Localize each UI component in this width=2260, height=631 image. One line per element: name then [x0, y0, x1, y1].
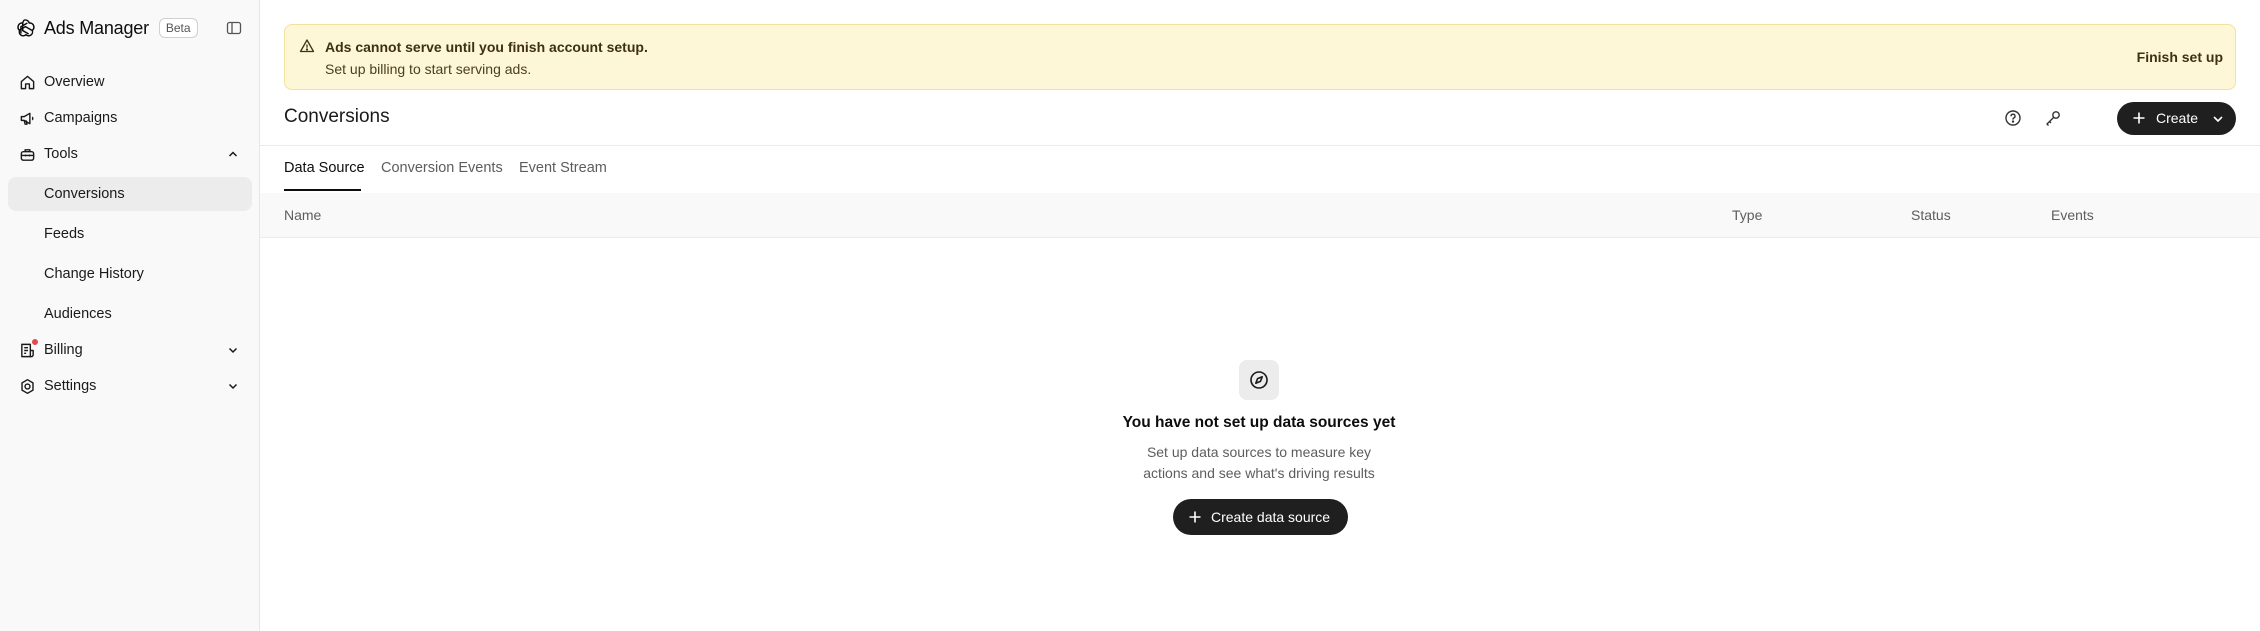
plus-icon — [2131, 110, 2147, 126]
notification-dot — [31, 338, 39, 346]
sidebar-item-label: Conversions — [44, 186, 125, 202]
setup-warning-banner: Ads cannot serve until you finish accoun… — [284, 24, 2236, 90]
column-header-events[interactable]: Events — [2051, 207, 2094, 223]
column-header-type[interactable]: Type — [1732, 207, 1762, 223]
sidebar-item-conversions[interactable]: Conversions — [8, 177, 252, 211]
key-icon[interactable] — [2042, 107, 2064, 129]
home-icon — [18, 73, 36, 91]
help-icon[interactable] — [2002, 107, 2024, 129]
sidebar-item-label: Settings — [44, 378, 97, 394]
sidebar-item-feeds[interactable]: Feeds — [8, 217, 252, 251]
billing-icon — [18, 338, 39, 359]
sidebar-item-change-history[interactable]: Change History — [8, 257, 252, 291]
compass-icon — [1239, 360, 1279, 400]
sidebar: Ads Manager Beta Overview Campaigns Tool… — [0, 0, 260, 631]
sidebar-item-tools[interactable]: Tools — [8, 137, 252, 171]
column-header-status[interactable]: Status — [1911, 207, 1951, 223]
chevron-down-icon — [226, 379, 240, 393]
sidebar-item-label: Change History — [44, 266, 144, 282]
openai-logo-icon — [14, 17, 36, 39]
toolbox-icon — [18, 145, 36, 163]
sidebar-toggle-icon[interactable] — [224, 18, 244, 38]
banner-subtitle: Set up billing to start serving ads. — [325, 61, 532, 77]
brand[interactable]: Ads Manager Beta — [14, 14, 198, 42]
banner-title: Ads cannot serve until you finish accoun… — [325, 39, 648, 55]
app-title: Ads Manager — [44, 17, 149, 38]
chevron-up-icon — [226, 147, 240, 161]
create-button[interactable]: Create — [2117, 102, 2236, 135]
main-content: Ads cannot serve until you finish accoun… — [260, 0, 2260, 631]
megaphone-icon — [18, 109, 36, 127]
sidebar-item-settings[interactable]: Settings — [8, 369, 252, 403]
gear-icon — [18, 377, 36, 395]
sidebar-item-label: Feeds — [44, 226, 85, 242]
page-title: Conversions — [284, 106, 390, 127]
sidebar-item-billing[interactable]: Billing — [8, 333, 252, 367]
sidebar-item-campaigns[interactable]: Campaigns — [8, 101, 252, 135]
empty-state-title: You have not set up data sources yet — [1122, 414, 1396, 431]
chevron-down-icon — [2211, 112, 2225, 126]
warning-icon — [299, 38, 315, 54]
sidebar-item-overview[interactable]: Overview — [8, 65, 252, 99]
sidebar-item-label: Campaigns — [44, 110, 118, 126]
sidebar-item-label: Billing — [44, 342, 83, 358]
beta-badge: Beta — [158, 18, 198, 38]
create-data-source-button[interactable]: Create data source — [1173, 499, 1348, 535]
divider — [260, 145, 2260, 146]
finish-setup-link[interactable]: Finish set up — [2137, 49, 2223, 65]
table-header: Name Type Status Events — [260, 193, 2260, 238]
plus-icon — [1187, 509, 1203, 525]
tab-conversion-events[interactable]: Conversion Events — [381, 160, 503, 176]
sidebar-item-audiences[interactable]: Audiences — [8, 297, 252, 331]
sidebar-item-label: Audiences — [44, 306, 112, 322]
chevron-down-icon — [226, 343, 240, 357]
app-root: Ads Manager Beta Overview Campaigns Tool… — [0, 0, 2260, 631]
create-data-source-label: Create data source — [1211, 509, 1331, 525]
empty-state-description: Set up data sources to measure key actio… — [1143, 444, 1375, 481]
active-tab-indicator — [284, 189, 361, 191]
sidebar-item-label: Tools — [44, 146, 78, 162]
tab-data-source[interactable]: Data Source — [284, 160, 365, 176]
sidebar-item-label: Overview — [44, 74, 105, 90]
tab-event-stream[interactable]: Event Stream — [519, 160, 607, 176]
column-header-name[interactable]: Name — [284, 207, 321, 223]
create-button-label: Create — [2156, 110, 2199, 126]
